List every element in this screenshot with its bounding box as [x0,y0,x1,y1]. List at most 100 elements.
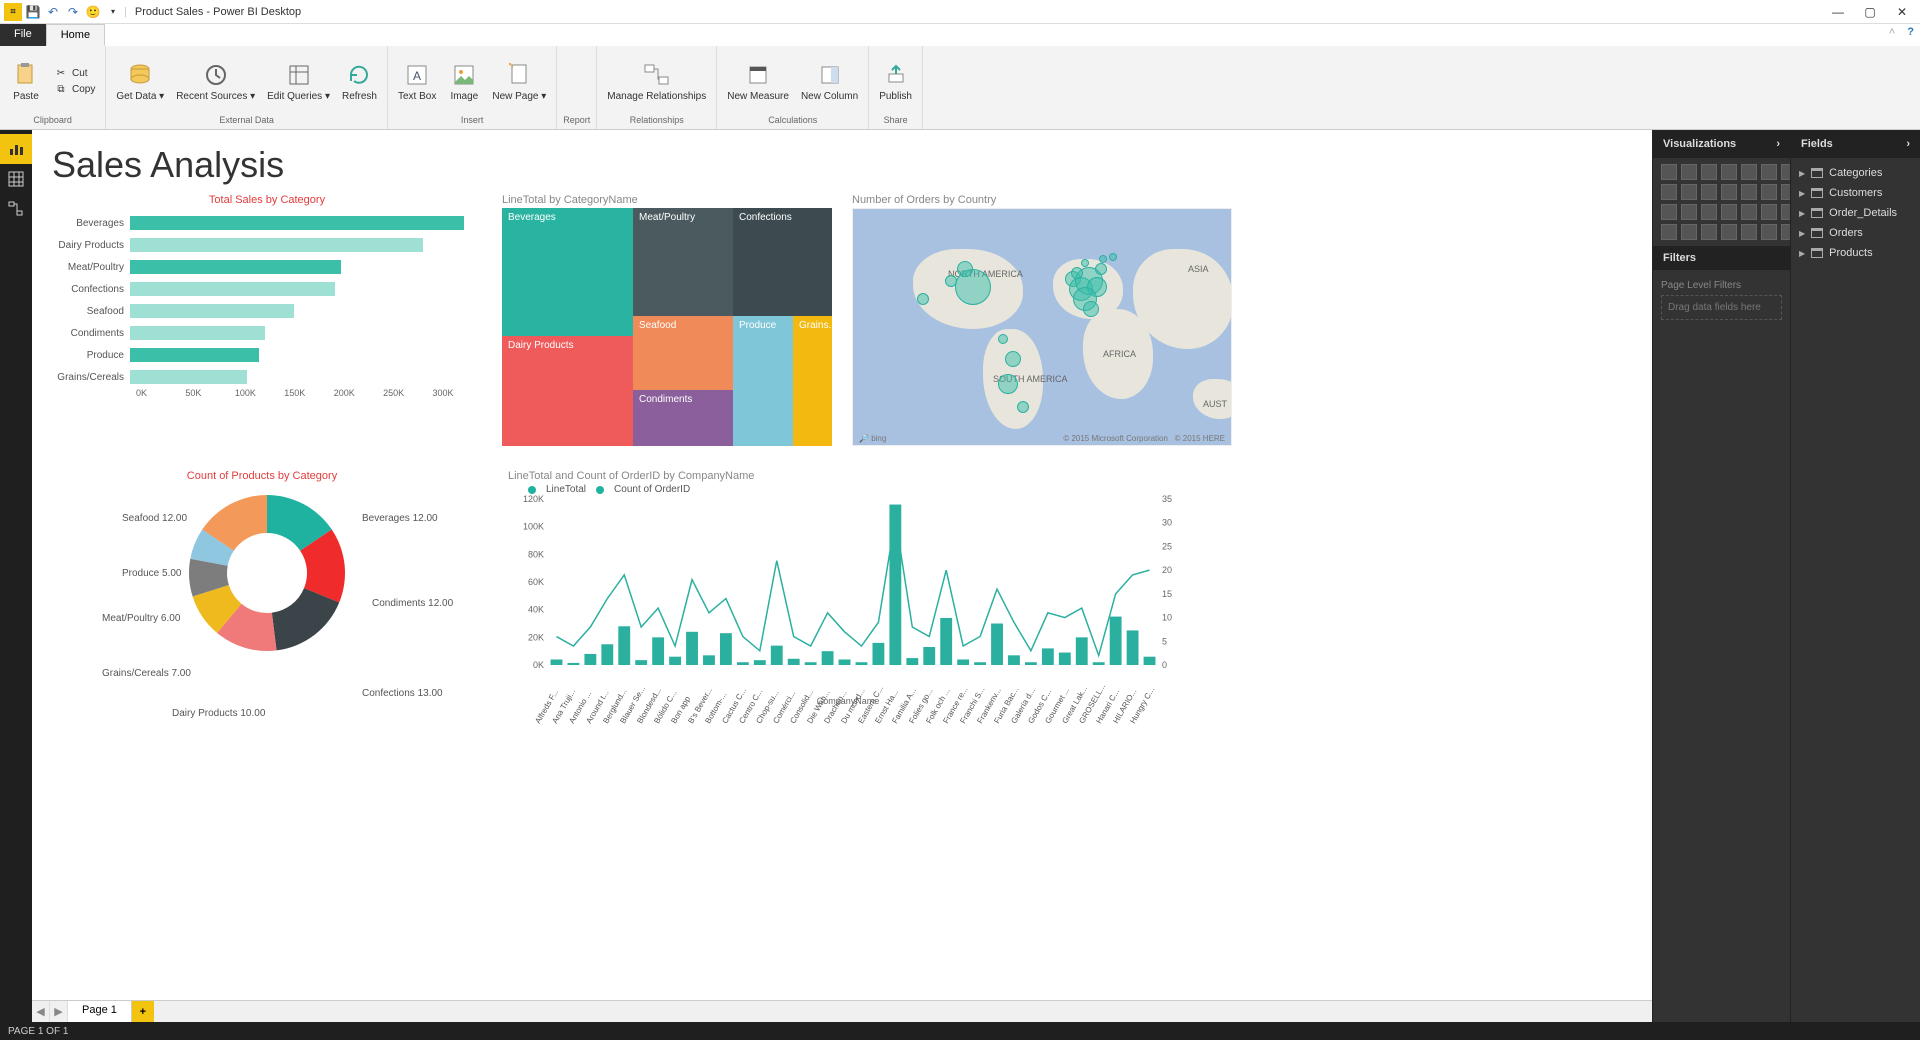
combo-bar[interactable] [1025,662,1037,665]
map-bubble[interactable] [1083,301,1099,317]
field-table-item[interactable]: ▶Customers [1799,184,1912,202]
map-bubble[interactable] [957,261,973,277]
treemap-cell[interactable]: Dairy Products [502,336,633,446]
page-next-icon[interactable]: ▶ [50,1001,68,1022]
bar-row[interactable]: Seafood [52,300,482,322]
ribbon-collapse-icon[interactable]: ˄ [1883,24,1901,46]
combo-bar[interactable] [856,662,868,665]
viz-type-button[interactable] [1681,224,1697,240]
combo-bar[interactable] [771,646,783,665]
bar-row[interactable]: Dairy Products [52,234,482,256]
image-button[interactable]: Image [442,59,486,104]
map-bubble[interactable] [1109,253,1117,261]
treemap-cell[interactable]: Beverages [502,208,633,336]
add-page-button[interactable]: + [132,1001,154,1022]
combo-bar[interactable] [669,657,681,665]
new-column-button[interactable]: New Column [795,59,864,104]
viz-type-button[interactable] [1741,204,1757,220]
combo-bar[interactable] [805,662,817,665]
publish-button[interactable]: Publish [873,59,918,104]
chevron-right-icon[interactable]: › [1906,138,1910,150]
combo-bar[interactable] [720,633,732,665]
new-page-button[interactable]: New Page ▾ [486,59,552,104]
undo-icon[interactable]: ↶ [44,3,62,21]
viz-type-button[interactable] [1721,224,1737,240]
combo-bar[interactable] [940,618,952,665]
combo-bar[interactable] [652,637,664,665]
viz-type-button[interactable] [1741,224,1757,240]
viz-type-button[interactable] [1681,164,1697,180]
viz-type-button[interactable] [1721,164,1737,180]
close-icon[interactable]: ✕ [1888,2,1916,22]
map-bubble[interactable] [1005,351,1021,367]
combo-bar[interactable] [1059,653,1071,665]
combo-bar[interactable] [957,659,969,665]
cut-button[interactable]: ✂Cut [48,66,101,82]
get-data-button[interactable]: Get Data ▾ [110,59,170,104]
filters-dropzone[interactable]: Drag data fields here [1661,295,1782,320]
redo-icon[interactable]: ↷ [64,3,82,21]
smiley-icon[interactable]: 🙂 [84,3,102,21]
map-bubble[interactable] [998,374,1018,394]
combo-bar[interactable] [974,662,986,665]
map-bubble[interactable] [917,293,929,305]
page-prev-icon[interactable]: ◀ [32,1001,50,1022]
treemap-cell[interactable]: Confections [733,208,832,316]
bar-row[interactable]: Confections [52,278,482,300]
combo-bar[interactable] [686,632,698,665]
viz-type-button[interactable] [1701,204,1717,220]
tab-file[interactable]: File [0,24,46,46]
map-bubble[interactable] [945,275,957,287]
page-tab-1[interactable]: Page 1 [68,1001,132,1022]
combo-bar[interactable] [991,624,1003,666]
field-table-item[interactable]: ▶Orders [1799,224,1912,242]
donut-products-by-category[interactable]: Count of Products by Category Beverages … [52,470,472,738]
combo-linetotal-orders-by-company[interactable]: LineTotal and Count of OrderID by Compan… [508,470,1188,738]
combo-bar[interactable] [889,505,901,665]
bar-row[interactable]: Grains/Cereals [52,366,482,388]
tab-home[interactable]: Home [46,24,105,46]
combo-bar[interactable] [906,658,918,665]
viz-type-button[interactable] [1661,204,1677,220]
bar-chart-sales-by-category[interactable]: Total Sales by Category BeveragesDairy P… [52,194,482,446]
combo-bar[interactable] [601,644,613,665]
manage-relationships-button[interactable]: Manage Relationships [601,59,712,104]
report-view-button[interactable] [0,134,32,164]
treemap-cell[interactable]: Seafood [633,316,733,390]
combo-bar[interactable] [872,643,884,665]
combo-bar[interactable] [1042,648,1054,665]
viz-type-button[interactable] [1761,184,1777,200]
field-table-item[interactable]: ▶Order_Details [1799,204,1912,222]
combo-bar[interactable] [1093,662,1105,665]
refresh-button[interactable]: Refresh [336,59,383,104]
bar-row[interactable]: Beverages [52,212,482,234]
edit-queries-button[interactable]: Edit Queries ▾ [261,59,336,104]
combo-bar[interactable] [551,659,563,665]
map-bubble[interactable] [1099,255,1107,263]
combo-bar[interactable] [635,660,647,665]
combo-bar[interactable] [737,662,749,665]
combo-bar[interactable] [1127,630,1139,665]
viz-type-button[interactable] [1701,164,1717,180]
viz-type-button[interactable] [1701,224,1717,240]
combo-line[interactable] [556,518,1149,656]
viz-type-button[interactable] [1701,184,1717,200]
field-table-item[interactable]: ▶Products [1799,244,1912,262]
combo-bar[interactable] [822,651,834,665]
bar-row[interactable]: Produce [52,344,482,366]
paste-button[interactable]: Paste [4,59,48,104]
model-view-button[interactable] [0,194,32,224]
combo-bar[interactable] [839,659,851,665]
treemap-cell[interactable]: Grains... [793,316,832,446]
bar-row[interactable]: Condiments [52,322,482,344]
viz-type-button[interactable] [1681,184,1697,200]
combo-bar[interactable] [1076,637,1088,665]
data-view-button[interactable] [0,164,32,194]
report-canvas[interactable]: Sales Analysis Total Sales by Category B… [32,130,1652,1000]
qat-dropdown-icon[interactable]: ▾ [104,3,122,21]
combo-bar[interactable] [754,660,766,665]
treemap-linetotal-by-category[interactable]: LineTotal by CategoryName BeveragesMeat/… [502,194,832,446]
map-bubble[interactable] [1095,263,1107,275]
map-orders-by-country[interactable]: Number of Orders by Country NORTH AMERIC… [852,194,1232,446]
text-box-button[interactable]: AText Box [392,59,442,104]
